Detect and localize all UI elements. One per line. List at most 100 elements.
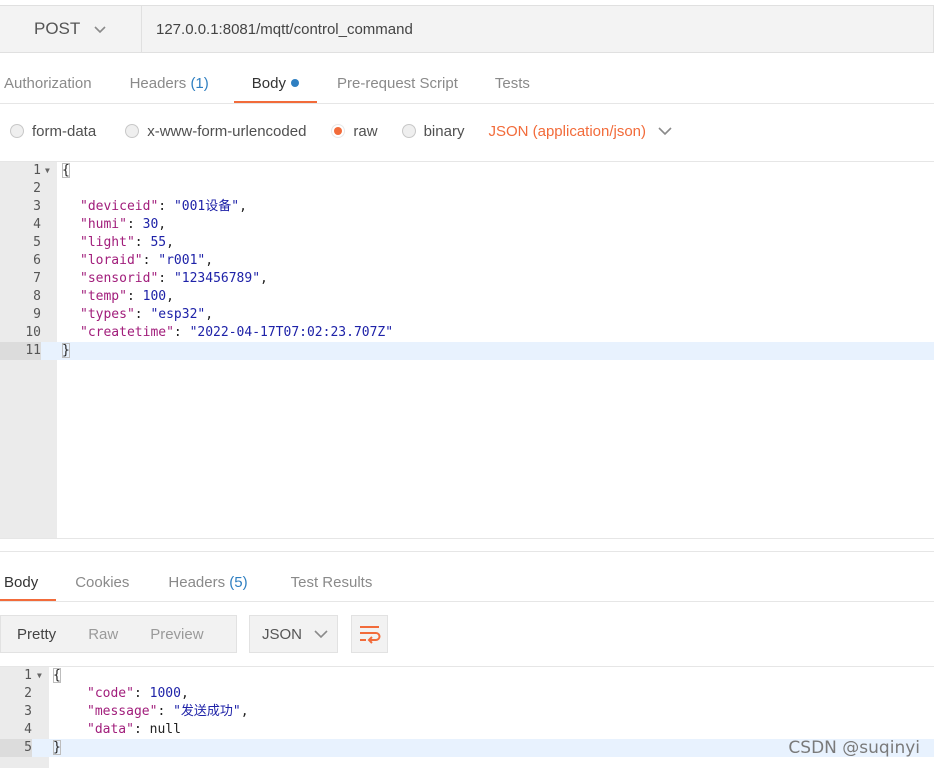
content-type-select[interactable]: JSON (application/json) (488, 123, 672, 140)
code-line: 6 "loraid": "r001", (0, 252, 934, 270)
tab-label: Body (4, 574, 39, 591)
url-input[interactable]: 127.0.0.1:8081/mqtt/control_command (142, 5, 934, 53)
tab-cookies[interactable]: Cookies (75, 562, 129, 602)
tab-response-headers[interactable]: Headers (5) (168, 562, 247, 602)
body-type-options: form-data x-www-form-urlencoded raw bina… (0, 108, 934, 154)
tab-tests[interactable]: Tests (495, 62, 530, 104)
tab-label: Test Results (290, 574, 373, 591)
response-toolbar: Pretty Raw Preview JSON (0, 615, 388, 653)
line-number: 2 (24, 686, 32, 701)
tab-body[interactable]: Body (233, 62, 318, 104)
option-raw[interactable]: raw (331, 122, 378, 140)
mode-pretty[interactable]: Pretty (1, 626, 72, 643)
content-type-label: JSON (application/json) (488, 122, 647, 140)
option-label: binary (423, 122, 465, 140)
code-text: "code": 1000, (87, 686, 189, 701)
code-line: 2 (0, 180, 934, 198)
line-number: 8 (33, 289, 41, 304)
tab-pre-request-script[interactable]: Pre-request Script (337, 62, 458, 104)
json-brace: } (62, 343, 70, 358)
method-label: POST (34, 19, 81, 38)
option-binary[interactable]: binary (401, 122, 465, 140)
code-text: "deviceid": "001设备", (80, 199, 247, 214)
code-text: "data": null (87, 722, 181, 737)
line-number: 3 (24, 704, 32, 719)
tab-label: Body (251, 75, 286, 92)
option-label: x-www-form-urlencoded (147, 122, 307, 140)
tab-label: Headers (129, 75, 187, 92)
tab-label: Pre-request Script (336, 75, 458, 92)
json-key: "data" (87, 722, 134, 737)
code-text: } (53, 739, 61, 757)
radio-icon (401, 124, 416, 138)
tab-response-body[interactable]: Body (0, 562, 57, 602)
option-label: raw (353, 122, 378, 140)
code-line: 8 "temp": 100, (0, 288, 934, 306)
mode-preview[interactable]: Preview (134, 626, 219, 643)
json-key: "sensorid" (80, 271, 159, 286)
code-line: 3 "message": "发送成功", (0, 703, 934, 721)
option-form-data[interactable]: form-data (10, 123, 96, 140)
chevron-down-icon (658, 127, 672, 136)
code-line: 3 "deviceid": "001设备", (0, 198, 934, 216)
radio-icon (125, 124, 140, 138)
modified-dot-icon (290, 79, 299, 87)
tab-headers[interactable]: Headers (1) (130, 62, 209, 104)
json-value: 100 (142, 289, 167, 304)
chevron-down-icon (94, 26, 106, 34)
json-key: "light" (80, 235, 135, 250)
line-number: 1 (33, 163, 41, 178)
headers-count: (5) (229, 574, 248, 591)
code-line: 2 "code": 1000, (0, 685, 934, 703)
fold-toggle-icon[interactable]: ▼ (37, 667, 42, 685)
radio-icon (10, 124, 24, 138)
code-text: { (62, 162, 70, 180)
json-key: "createtime" (80, 325, 174, 340)
tabs-divider (0, 103, 934, 104)
format-select[interactable]: JSON (249, 615, 338, 653)
code-line: 1 ▼ { (0, 162, 934, 180)
json-value: "r001" (158, 253, 206, 268)
mode-raw[interactable]: Raw (72, 626, 134, 643)
fold-toggle-icon[interactable]: ▼ (45, 162, 50, 180)
tab-label: Cookies (75, 574, 130, 591)
code-text: "temp": 100, (80, 289, 174, 304)
url-text: 127.0.0.1:8081/mqtt/control_command (156, 20, 413, 38)
code-line: 1 ▼ { (0, 667, 934, 685)
json-key: "humi" (80, 217, 127, 232)
json-value: 1000 (149, 686, 181, 701)
json-value: "001设备" (173, 199, 240, 214)
option-urlencoded[interactable]: x-www-form-urlencoded (125, 123, 306, 140)
pane-splitter[interactable] (0, 551, 934, 552)
method-select[interactable]: POST (0, 5, 142, 53)
code-text: "message": "发送成功", (87, 704, 249, 719)
json-key: "temp" (80, 289, 127, 304)
watermark: CSDN @suqinyi (788, 738, 920, 758)
json-key: "deviceid" (80, 199, 159, 214)
chevron-down-icon (314, 630, 328, 639)
code-text: "types": "esp32", (80, 307, 214, 322)
code-line: 7 "sensorid": "123456789", (0, 270, 934, 288)
request-body-editor[interactable]: 1 ▼ {2 3 "deviceid": "001设备", 4 "humi": 30, 5 "l… (0, 162, 934, 538)
tab-authorization[interactable]: Authorization (4, 62, 92, 104)
code-line: 9 "types": "esp32", (0, 306, 934, 324)
json-value: 55 (150, 235, 167, 250)
format-label: JSON (262, 625, 303, 643)
line-number: 3 (33, 199, 41, 214)
line-number: 5 (0, 739, 32, 757)
line-number: 1 (24, 668, 32, 683)
tab-label: Authorization (4, 75, 92, 92)
line-number: 9 (33, 307, 41, 322)
json-key: "code" (87, 686, 134, 701)
request-url-bar: POST 127.0.0.1:8081/mqtt/control_command (0, 5, 934, 53)
tab-label: Headers (168, 574, 226, 591)
code-line: 11} (0, 342, 934, 360)
line-number: 2 (33, 181, 41, 196)
line-number: 7 (33, 271, 41, 286)
code-text: { (53, 667, 61, 685)
json-value: 30 (142, 217, 159, 232)
code-text: } (62, 342, 70, 360)
wrap-lines-button[interactable] (351, 615, 388, 653)
tab-test-results[interactable]: Test Results (291, 562, 373, 602)
json-key: "loraid" (80, 253, 143, 268)
